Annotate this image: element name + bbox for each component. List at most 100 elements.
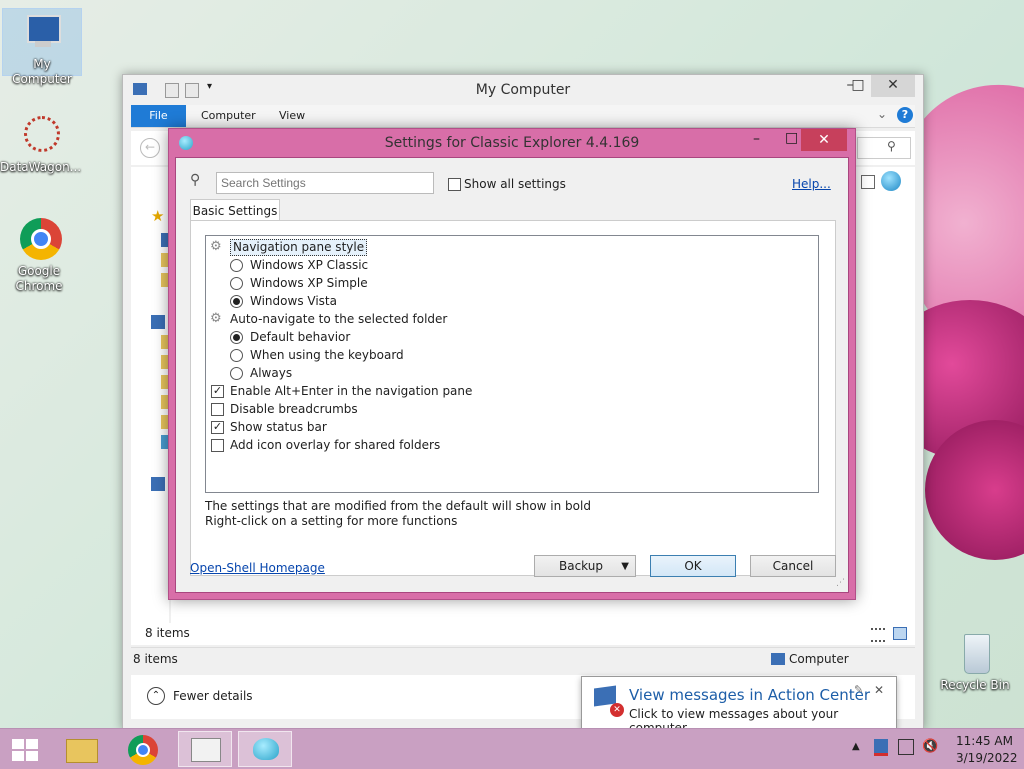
setting-label: Enable Alt+Enter in the navigation pane — [230, 384, 473, 398]
dialog-close-button[interactable]: ✕ — [801, 129, 847, 151]
setting-row[interactable]: Windows XP Simple — [206, 274, 806, 292]
details-view-icon[interactable] — [871, 628, 885, 642]
checkbox[interactable]: ✓ — [211, 421, 224, 434]
explorer-titlebar: ▾ My Computer – □ ✕ — [123, 75, 923, 105]
tab-computer[interactable]: Computer — [201, 105, 256, 127]
radio-button[interactable] — [230, 349, 243, 362]
taskbar-file-explorer[interactable] — [54, 731, 108, 767]
computer-nav-icon[interactable] — [151, 315, 165, 329]
notification-close-icon[interactable]: ✕ — [874, 683, 884, 697]
status-item-count: 8 items — [133, 652, 178, 666]
checkbox[interactable]: ✓ — [211, 385, 224, 398]
desktop-icon-datawagon[interactable]: DataWagon... — [0, 112, 81, 175]
desktop-icon-label: Recycle Bin — [940, 678, 1010, 692]
setting-row[interactable]: When using the keyboard — [206, 346, 806, 364]
action-center-tray-icon[interactable] — [874, 739, 888, 756]
backup-label: Backup — [559, 559, 603, 573]
desktop-icon-my-computer[interactable]: My Computer — [2, 8, 82, 86]
setting-label: When using the keyboard — [250, 348, 404, 362]
help-icon[interactable]: ? — [897, 107, 913, 123]
help-link[interactable]: Help... — [792, 177, 831, 191]
setting-row[interactable]: ⚙ Navigation pane style — [206, 238, 806, 256]
error-icon: ✕ — [610, 703, 624, 717]
setting-row[interactable]: Windows Vista — [206, 292, 806, 310]
classic-shell-icon[interactable] — [881, 171, 901, 191]
pin-icon[interactable]: ✎ — [854, 683, 863, 696]
large-icons-view-icon[interactable] — [893, 627, 907, 640]
ribbon-expand-icon[interactable]: ⌄ — [877, 107, 887, 121]
search-icon: ⚲ — [190, 172, 201, 188]
datawagon-icon — [16, 112, 62, 158]
maximize-button[interactable]: □ — [843, 75, 873, 97]
desktop-icon-recycle-bin[interactable]: Recycle Bin — [936, 630, 1014, 693]
desktop-icon-chrome[interactable]: Google Chrome — [0, 216, 78, 294]
item-count: 8 items — [145, 626, 190, 640]
setting-label: Auto-navigate to the selected folder — [230, 312, 448, 326]
hint-bold: The settings that are modified from the … — [205, 499, 591, 513]
setting-row[interactable]: ✓ Show status bar — [206, 418, 806, 436]
dialog-minimize-button[interactable]: – — [753, 131, 760, 147]
checkbox[interactable] — [211, 439, 224, 452]
desktop-icon-label: My Computer — [12, 57, 72, 86]
tab-panel: ⚙ Navigation pane style Windows XP Classic… — [190, 220, 836, 576]
back-icon[interactable]: ← — [140, 138, 160, 158]
network-icon[interactable] — [151, 477, 165, 491]
monitor-icon — [191, 738, 221, 762]
favorites-icon[interactable]: ★ — [151, 207, 165, 225]
clock-date[interactable]: 3/19/2022 — [956, 751, 1018, 765]
homepage-link[interactable]: Open-Shell Homepage — [190, 561, 325, 575]
setting-label: Windows XP Simple — [250, 276, 368, 290]
show-hidden-icons-icon[interactable]: ▲ — [852, 741, 860, 752]
setting-row[interactable]: Add icon overlay for shared folders — [206, 436, 806, 454]
setting-row[interactable]: ⚙ Auto-navigate to the selected folder — [206, 310, 806, 328]
setting-row[interactable]: Windows XP Classic — [206, 256, 806, 274]
setting-label: Windows XP Classic — [250, 258, 369, 272]
clock-time[interactable]: 11:45 AM — [956, 734, 1013, 748]
status-bar: 8 items Computer — [131, 647, 915, 670]
checkbox[interactable] — [211, 403, 224, 416]
gear-icon: ⚙ — [210, 239, 222, 254]
tab-file[interactable]: File — [131, 105, 186, 127]
radio-button[interactable] — [230, 277, 243, 290]
setting-row[interactable]: Default behavior — [206, 328, 806, 346]
radio-button[interactable] — [230, 295, 243, 308]
fewer-details-icon[interactable]: ⌃ — [147, 687, 165, 705]
dropdown-arrow-icon: ▼ — [621, 561, 629, 572]
radio-button[interactable] — [230, 331, 243, 344]
resize-grip-icon[interactable]: ⋰ — [836, 578, 845, 588]
setting-label: Default behavior — [250, 330, 351, 344]
setting-row[interactable]: Always — [206, 364, 806, 382]
fewer-details-link[interactable]: Fewer details — [173, 689, 253, 703]
taskbar-classic-shell[interactable] — [238, 731, 292, 767]
dialog-maximize-button[interactable]: □ — [785, 130, 798, 146]
volume-muted-icon[interactable]: 🔇 — [922, 739, 938, 754]
start-button[interactable] — [0, 731, 54, 767]
taskbar-chrome[interactable] — [116, 731, 170, 767]
setting-row[interactable]: ✓ Enable Alt+Enter in the navigation pane — [206, 382, 806, 400]
search-icon: ⚲ — [887, 139, 896, 153]
ribbon-bar: File Computer View ⌄ ? — [131, 105, 915, 128]
notification-title: View messages in Action Center — [629, 686, 871, 704]
tab-view[interactable]: View — [279, 105, 305, 127]
search-settings-input[interactable] — [216, 172, 434, 194]
taskbar-resource-monitor[interactable] — [178, 731, 232, 767]
setting-label: Show status bar — [230, 420, 327, 434]
desktop-icon-label: Google Chrome — [15, 264, 63, 293]
tab-basic-settings[interactable]: Basic Settings — [190, 199, 280, 222]
setting-row[interactable]: Disable breadcrumbs — [206, 400, 806, 418]
show-all-settings-checkbox[interactable] — [448, 178, 461, 191]
settings-tree: ⚙ Navigation pane style Windows XP Classic… — [205, 235, 819, 493]
radio-button[interactable] — [230, 367, 243, 380]
ok-button[interactable]: OK — [650, 555, 736, 577]
search-box[interactable] — [857, 137, 911, 159]
hint-right-click: Right-click on a setting for more functi… — [205, 514, 458, 528]
cancel-button[interactable]: Cancel — [750, 555, 836, 577]
network-tray-icon[interactable] — [898, 739, 914, 755]
settings-dialog: Settings for Classic Explorer 4.4.169 – … — [168, 128, 856, 600]
notification-popup[interactable]: ✕ View messages in Action Center Click t… — [581, 676, 897, 735]
backup-button[interactable]: Backup ▼ — [534, 555, 636, 577]
show-all-settings-label: Show all settings — [464, 177, 566, 191]
close-button[interactable]: ✕ — [871, 75, 915, 97]
view-toggle-icon[interactable] — [861, 175, 875, 189]
radio-button[interactable] — [230, 259, 243, 272]
